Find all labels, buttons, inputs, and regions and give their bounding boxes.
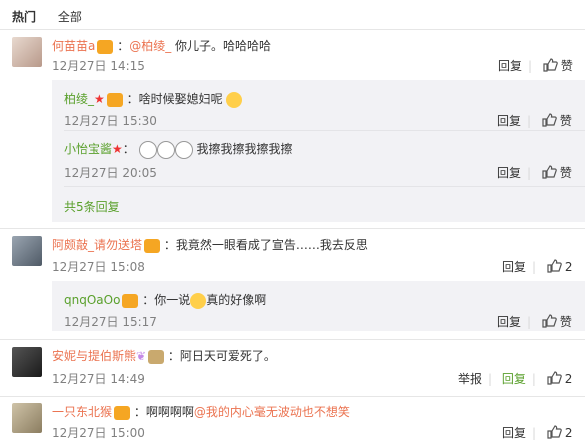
mention-link[interactable]: @柏绫_ (129, 39, 171, 53)
like-label[interactable]: 赞 (560, 315, 572, 329)
thumbs-up-icon[interactable] (546, 258, 562, 277)
comment-actions: 回复 | 2 (502, 424, 573, 443)
report-button[interactable]: 举报 (458, 372, 482, 386)
butterfly-icon: ❦ (136, 349, 147, 363)
comment-actions: 举报 | 回复 | 2 (458, 370, 572, 389)
reply-button[interactable]: 回复 (502, 372, 526, 386)
avatar[interactable] (12, 403, 42, 433)
vip-icon (114, 405, 131, 420)
reply-actions: 回复 | 赞 (497, 313, 572, 332)
like-count[interactable]: 2 (565, 260, 573, 274)
comment-actions: 回复 | 2 (502, 258, 573, 277)
comment-line: 安妮与提伯斯熊❦ ：阿日天可爱死了。 (52, 349, 276, 364)
face-emoji-icon (174, 140, 193, 159)
thumbs-up-icon[interactable] (541, 313, 557, 332)
like-count[interactable]: 2 (565, 372, 573, 386)
comment-time: 12月27日 14:49 (52, 372, 145, 386)
comment-user[interactable]: 安妮与提伯斯熊 (52, 349, 136, 363)
comment-time: 12月27日 14:15 (52, 59, 145, 73)
reply-text: 你一说 (154, 293, 191, 307)
avatar[interactable] (12, 236, 42, 266)
comment-line: 阿颇敲_请勿送塔 ：我竟然一眼看成了宣告……我去反思 (52, 238, 368, 253)
avatar[interactable] (12, 347, 42, 377)
comment-user[interactable]: 一只东北猴 (52, 405, 112, 419)
comment-user[interactable]: 何苗苗a (52, 39, 95, 53)
reply-time: 12月27日 15:17 (64, 315, 157, 329)
comment-text: 啊啊啊啊 (145, 405, 194, 419)
reply-text: 真的好像啊 (206, 293, 267, 307)
comment-time: 12月27日 15:00 (52, 426, 145, 440)
like-label[interactable]: 赞 (560, 166, 572, 180)
like-label[interactable]: 赞 (560, 114, 572, 128)
thumbs-up-icon[interactable] (542, 57, 558, 76)
reply-time: 12月27日 20:05 (64, 166, 157, 180)
comment-user[interactable]: 阿颇敲_请勿送塔 (52, 238, 142, 252)
reply-actions: 回复 | 赞 (497, 164, 572, 183)
comment-text: 阿日天可爱死了。 (179, 349, 276, 363)
comment-time: 12月27日 15:08 (52, 260, 145, 274)
vip-icon (122, 293, 139, 308)
divider (0, 228, 585, 229)
thumbs-up-icon[interactable] (541, 112, 557, 131)
reply-text: 我擦我擦我擦我擦 (196, 142, 293, 156)
tab-hot[interactable]: 热门 (12, 10, 36, 24)
comment-line: 一只东北猴 ：啊啊啊啊@我的内心毫无波动也不想笑 (52, 405, 350, 420)
reply-user[interactable]: 小怡宝酱 (64, 142, 112, 156)
comment-text: 我竟然一眼看成了宣告……我去反思 (175, 238, 368, 252)
reply-item: 柏绫_★ ：啥时候娶媳妇呢 12月27日 15:30 回复 | 赞 (64, 88, 585, 128)
reply-button[interactable]: 回复 (497, 315, 521, 329)
divider (0, 29, 585, 30)
laughing-emoji-icon (190, 292, 207, 309)
mention-link[interactable]: @我的内心毫无波动也不想笑 (194, 405, 350, 419)
face-emoji-icon (138, 140, 157, 159)
more-replies-link[interactable]: 共5条回复 (64, 198, 120, 215)
like-count[interactable]: 2 (565, 426, 573, 440)
reply-user[interactable]: 柏绫_ (64, 92, 94, 106)
like-count[interactable]: 赞 (561, 59, 573, 73)
thumbs-up-icon[interactable] (541, 164, 557, 183)
reply-item: 小怡宝酱★： 我擦我擦我擦我擦 12月27日 20:05 回复 | 赞 (64, 138, 585, 180)
reply-button[interactable]: 回复 (497, 166, 521, 180)
avatar[interactable] (12, 37, 42, 67)
vip-icon (144, 238, 161, 253)
divider (64, 130, 585, 131)
face-emoji-icon (156, 140, 175, 159)
comment-tabs: 热门 全部 (12, 8, 100, 25)
star-icon: ★ (112, 142, 123, 156)
reply-actions: 回复 | 赞 (497, 112, 572, 131)
tab-all[interactable]: 全部 (58, 10, 82, 24)
thumbs-up-icon[interactable] (546, 370, 562, 389)
comment-line: 何苗苗a ：@柏绫_ 你儿子。哈哈哈哈 (52, 39, 272, 54)
vip-icon (97, 39, 114, 54)
comment-actions: 回复 | 赞 (498, 57, 573, 76)
divider (0, 396, 585, 397)
reply-user[interactable]: qnqOaOo (64, 293, 120, 307)
divider (0, 339, 585, 340)
reply-button[interactable]: 回复 (502, 426, 526, 440)
doge-emoji-icon (226, 91, 243, 108)
reply-button[interactable]: 回复 (497, 114, 521, 128)
reply-text: 啥时候娶媳妇呢 (138, 92, 223, 106)
reply-button[interactable]: 回复 (498, 59, 522, 73)
divider (64, 186, 585, 187)
reply-item: qnqOaOo ：你一说 真的好像啊 12月27日 15:17 回复 | 赞 (64, 289, 585, 329)
badge-icon (148, 349, 165, 364)
thumbs-up-icon[interactable] (546, 424, 562, 443)
vip-icon (106, 92, 123, 107)
reply-thread: 柏绫_★ ：啥时候娶媳妇呢 12月27日 15:30 回复 | 赞 小怡宝酱★： … (52, 80, 585, 222)
star-icon: ★ (94, 92, 105, 106)
comment-text: 你儿子。哈哈哈哈 (175, 39, 272, 53)
reply-time: 12月27日 15:30 (64, 114, 157, 128)
reply-button[interactable]: 回复 (502, 260, 526, 274)
reply-thread: qnqOaOo ：你一说 真的好像啊 12月27日 15:17 回复 | 赞 (52, 281, 585, 331)
